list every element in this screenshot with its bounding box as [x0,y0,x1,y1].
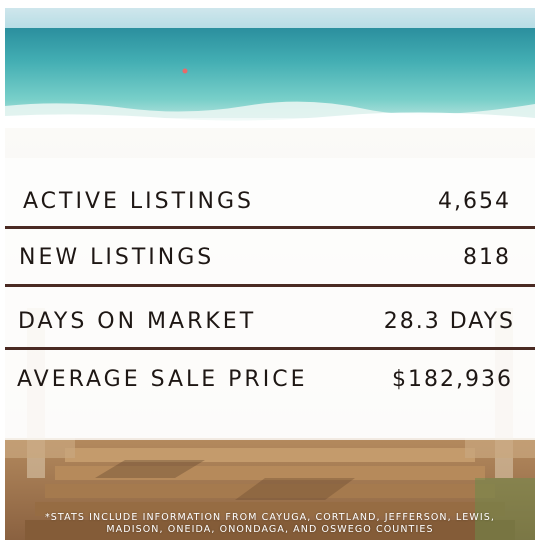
stat-value: 818 [463,244,511,270]
stat-row-active-listings: ACTIVE LISTINGS 4,654 [5,182,535,220]
stat-label: DAYS ON MARKET [18,308,257,334]
divider [5,347,535,350]
infographic: ACTIVE LISTINGS 4,654 NEW LISTINGS 818 D… [5,8,535,540]
stat-row-average-sale-price: AVERAGE SALE PRICE $182,936 [5,360,535,398]
footnote: *STATS INCLUDE INFORMATION FROM CAYUGA, … [5,512,535,536]
stat-row-new-listings: NEW LISTINGS 818 [5,238,535,276]
stat-label: ACTIVE LISTINGS [23,188,255,214]
divider [5,284,535,287]
stats-panel: ACTIVE LISTINGS 4,654 NEW LISTINGS 818 D… [5,8,535,540]
footnote-line-1: *STATS INCLUDE INFORMATION FROM CAYUGA, … [44,512,496,523]
stat-value: 4,654 [438,188,511,214]
stat-label: AVERAGE SALE PRICE [17,366,308,392]
stat-value: $182,936 [392,366,513,392]
footnote-line-2: MADISON, ONEIDA, ONONDAGA, AND OSWEGO CO… [106,524,434,535]
divider [5,226,535,229]
stat-value: 28.3 DAYS [383,308,515,334]
stat-row-days-on-market: DAYS ON MARKET 28.3 DAYS [5,302,535,340]
stat-label: NEW LISTINGS [19,244,215,270]
